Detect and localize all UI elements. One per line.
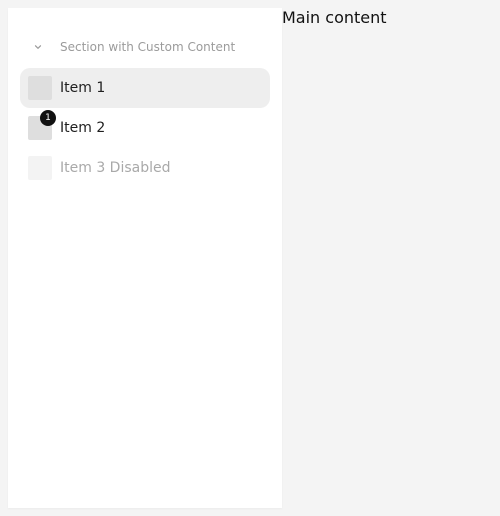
main-content-title: Main content	[282, 8, 387, 27]
sidebar-item-1[interactable]: Item 1	[20, 68, 270, 108]
sidebar-item-label: Item 3 Disabled	[60, 160, 171, 176]
sidebar-item-label: Item 2	[60, 120, 106, 136]
sidebar-item-2[interactable]: 1 Item 2	[20, 108, 270, 148]
sidebar-item-label: Item 1	[60, 80, 106, 96]
section-title: Section with Custom Content	[60, 40, 236, 54]
sidebar: Section with Custom Content Item 1 1 Ite…	[8, 8, 282, 508]
item-icon	[28, 76, 52, 100]
sidebar-item-3-disabled: Item 3 Disabled	[20, 148, 270, 188]
chevron-down-icon[interactable]	[30, 39, 46, 55]
item-icon	[28, 156, 52, 180]
section-header[interactable]: Section with Custom Content	[20, 36, 270, 58]
notification-badge: 1	[40, 110, 56, 126]
item-icon: 1	[28, 110, 56, 140]
